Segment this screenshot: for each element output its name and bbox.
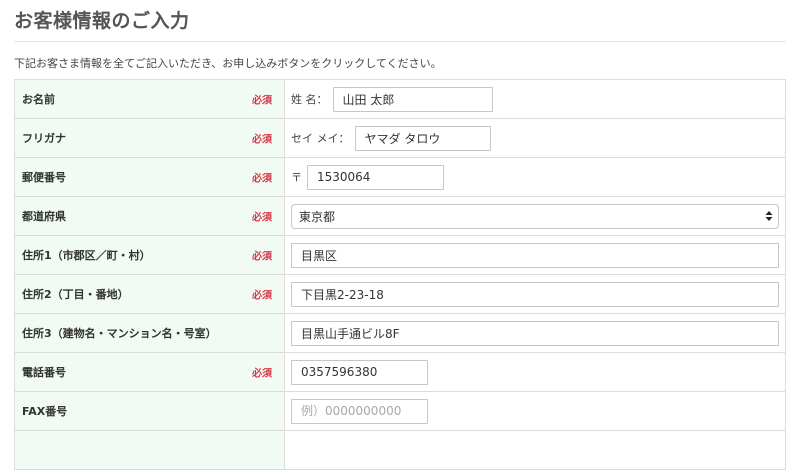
address3-field-wrap: [285, 314, 785, 352]
tel-field-wrap: [285, 353, 785, 391]
name-input[interactable]: [332, 86, 493, 112]
fax-field-wrap: [285, 392, 785, 430]
value-cell-kana: セイ メイ：: [284, 118, 786, 158]
form-row-address1: 住所1（市郡区／町・村） 必須: [14, 235, 786, 275]
fax-input[interactable]: [291, 398, 428, 424]
zip-field-wrap: 〒: [285, 158, 785, 196]
form-row-address2: 住所2（丁目・番地） 必須: [14, 274, 786, 314]
kana-label: フリガナ: [22, 132, 66, 145]
required-badge: 必須: [252, 212, 272, 224]
label-cell-tel: 電話番号 必須: [14, 352, 285, 392]
label-cell-address3: 住所3（建物名・マンション名・号室）: [14, 313, 285, 353]
value-cell-next: [284, 430, 786, 470]
instruction-text: 下記お客さま情報を全てご記入いただき、お申し込みボタンをクリックしてください。: [14, 57, 442, 70]
kana-field-wrap: セイ メイ：: [285, 119, 785, 157]
address2-label: 住所2（丁目・番地）: [22, 288, 129, 301]
address3-input[interactable]: [291, 320, 779, 346]
postal-mark: 〒: [291, 171, 302, 184]
label-cell-fax: FAX番号: [14, 391, 285, 431]
form-row-zip: 郵便番号 必須 〒: [14, 157, 786, 197]
form-row-kana: フリガナ 必須 セイ メイ：: [14, 118, 786, 158]
tel-label: 電話番号: [22, 366, 66, 379]
value-cell-name: 姓 名：: [284, 79, 786, 119]
required-badge: 必須: [252, 134, 272, 146]
value-cell-fax: [284, 391, 786, 431]
form-row-tel: 電話番号 必須: [14, 352, 786, 392]
required-badge: 必須: [252, 290, 272, 302]
required-badge: 必須: [252, 251, 272, 263]
label-cell-zip: 郵便番号 必須: [14, 157, 285, 197]
page-title: お客様情報のご入力: [14, 10, 190, 32]
zip-label: 郵便番号: [22, 171, 66, 184]
form-row-next: [14, 430, 786, 470]
label-cell-name: お名前 必須: [14, 79, 285, 119]
fax-label: FAX番号: [22, 405, 68, 418]
prefecture-selected-value: 東京都: [299, 209, 336, 224]
form-row-address3: 住所3（建物名・マンション名・号室）: [14, 313, 786, 353]
value-cell-tel: [284, 352, 786, 392]
value-cell-address1: [284, 235, 786, 275]
required-badge: 必須: [252, 368, 272, 380]
form-row-prefecture: 都道府県 必須 東京都: [14, 196, 786, 236]
kana-input[interactable]: [354, 125, 491, 151]
address2-field-wrap: [285, 275, 785, 313]
address2-input[interactable]: [291, 281, 779, 307]
name-label: お名前: [22, 93, 55, 106]
prefecture-label: 都道府県: [22, 210, 66, 223]
form-row-fax: FAX番号: [14, 391, 786, 431]
form-row-name: お名前 必須 姓 名：: [14, 79, 786, 119]
label-cell-address1: 住所1（市郡区／町・村） 必須: [14, 235, 285, 275]
prefecture-field-wrap: 東京都: [285, 197, 785, 235]
customer-info-form-page: お客様情報のご入力 下記お客さま情報を全てご記入いただき、お申し込みボタンをクリ…: [14, 0, 786, 470]
required-badge: 必須: [252, 173, 272, 185]
title-divider: [14, 41, 786, 42]
address1-input[interactable]: [291, 242, 779, 268]
label-cell-address2: 住所2（丁目・番地） 必須: [14, 274, 285, 314]
customer-info-table: お名前 必須 姓 名： フリガナ 必須 セイ メイ：: [14, 79, 786, 470]
value-cell-address2: [284, 274, 786, 314]
address1-field-wrap: [285, 236, 785, 274]
label-cell-prefecture: 都道府県 必須: [14, 196, 285, 236]
required-badge: 必須: [252, 95, 272, 107]
kana-prefix: セイ メイ：: [291, 132, 350, 145]
zip-input[interactable]: [307, 164, 444, 190]
label-cell-kana: フリガナ 必須: [14, 118, 285, 158]
value-cell-address3: [284, 313, 786, 353]
value-cell-zip: 〒: [284, 157, 786, 197]
prefecture-select[interactable]: 東京都: [291, 203, 779, 229]
value-cell-prefecture: 東京都: [284, 196, 786, 236]
label-cell-next: [14, 430, 285, 470]
address3-label: 住所3（建物名・マンション名・号室）: [22, 327, 217, 340]
address1-label: 住所1（市郡区／町・村）: [22, 249, 151, 262]
updown-arrows-icon: [765, 211, 773, 221]
name-prefix: 姓 名：: [291, 93, 328, 106]
name-field-wrap: 姓 名：: [285, 80, 785, 118]
tel-input[interactable]: [291, 359, 428, 385]
